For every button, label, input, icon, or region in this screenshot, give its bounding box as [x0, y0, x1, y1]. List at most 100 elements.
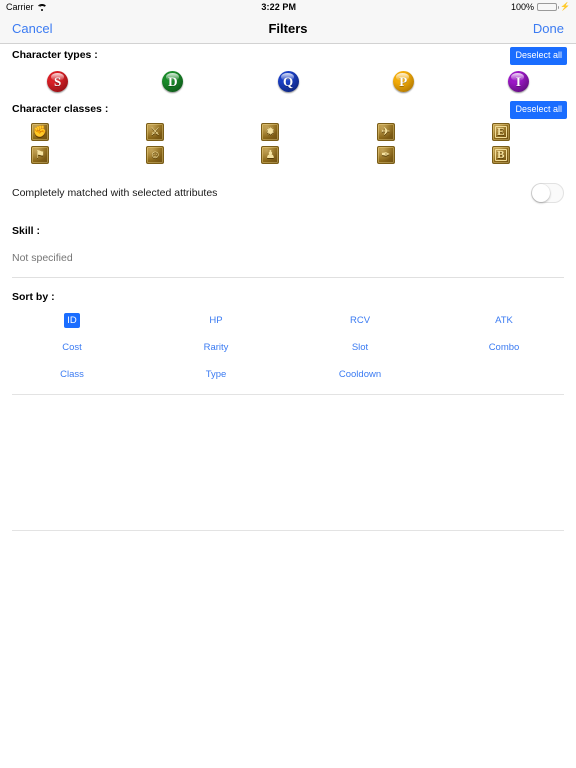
sort-by-cell: Cooldown — [288, 367, 432, 382]
character-type-letter: D — [168, 73, 178, 89]
sort-option-combo[interactable]: Combo — [486, 340, 523, 355]
class-glyph: ♟ — [265, 148, 276, 161]
sort-by-cell: ATK — [432, 313, 576, 328]
character-class-cell: ✈ — [346, 123, 461, 141]
class-free-spirit-icon[interactable]: ⚑ — [31, 146, 49, 164]
character-class-cell: ✊ — [0, 123, 115, 141]
sort-by-options: ID HP RCV ATK Cost Rarity Slot Combo Class Type Co… — [0, 313, 576, 382]
sort-option-rarity[interactable]: Rarity — [201, 340, 232, 355]
character-types-row: SDQPI — [0, 66, 576, 98]
skill-label: Skill : — [12, 225, 41, 237]
sort-by-cell: Cost — [0, 340, 144, 355]
sort-option-hp[interactable]: HP — [206, 313, 225, 328]
status-bar-left: Carrier — [6, 2, 48, 12]
sort-option-slot[interactable]: Slot — [349, 340, 371, 355]
class-slasher-icon[interactable]: ⚔ — [146, 123, 165, 141]
sort-by-cell: ID — [0, 313, 144, 328]
sort-by-cell: Rarity — [144, 340, 288, 355]
orb-type-s[interactable]: S — [47, 71, 69, 92]
bottom-divider — [12, 530, 564, 531]
deselect-all-types-button[interactable]: Deselect all — [510, 47, 567, 65]
class-glyph: B — [494, 149, 507, 161]
sort-by-cell: Combo — [432, 340, 576, 355]
battery-icon — [537, 3, 560, 11]
completely-matched-row: Completely matched with selected attribu… — [0, 173, 576, 211]
character-type-cell: I — [461, 71, 576, 92]
toggle-knob — [532, 184, 550, 202]
class-powerhouse-icon[interactable]: ♟ — [261, 146, 280, 164]
character-class-cell: B — [461, 146, 576, 164]
sort-by-section: Sort by : ID HP RCV ATK Cost Rarity Slot Combo C… — [0, 278, 576, 382]
sort-by-cell — [432, 367, 576, 382]
character-classes-header: Character classes : Deselect all — [0, 98, 576, 120]
deselect-all-classes-button[interactable]: Deselect all — [510, 101, 567, 119]
class-booster-icon[interactable]: B — [491, 146, 510, 164]
class-driven-icon[interactable]: ☺ — [146, 146, 165, 164]
character-type-letter: I — [515, 73, 521, 89]
character-class-cell: ♟ — [230, 146, 345, 164]
completely-matched-toggle[interactable] — [531, 183, 564, 203]
character-class-cell: ☺ — [115, 146, 230, 164]
class-evolver-icon[interactable]: E — [491, 123, 510, 141]
class-glyph: ✒ — [381, 148, 391, 161]
class-glyph: E — [494, 126, 507, 138]
orb-type-d[interactable]: D — [162, 71, 184, 92]
sort-by-cell: RCV — [288, 313, 432, 328]
sort-by-row: Class Type Cooldown — [0, 367, 576, 382]
character-classes-label: Character classes : — [12, 103, 109, 115]
skill-section: Skill : — [0, 211, 576, 266]
class-fighter-icon[interactable]: ✊ — [31, 123, 49, 141]
sort-option-cost[interactable]: Cost — [59, 340, 85, 355]
cancel-button[interactable]: Cancel — [12, 21, 52, 36]
sort-option-cooldown[interactable]: Cooldown — [336, 367, 384, 382]
sort-by-cell: HP — [144, 313, 288, 328]
character-type-cell: Q — [230, 71, 345, 92]
sort-by-divider — [12, 394, 564, 395]
character-type-cell: P — [346, 71, 461, 92]
character-type-cell: D — [115, 71, 230, 92]
class-shooter-icon[interactable]: ✹ — [261, 123, 280, 141]
orb-type-i[interactable]: I — [507, 71, 529, 92]
completely-matched-label: Completely matched with selected attribu… — [12, 187, 218, 199]
character-type-letter: S — [53, 73, 62, 89]
sort-by-row: ID HP RCV ATK — [0, 313, 576, 328]
character-class-cell: E — [461, 123, 576, 141]
status-bar-right: 100% ⚡ — [511, 2, 570, 12]
lightning-bolt-icon: ⚡ — [560, 2, 570, 11]
character-classes-row-1: ✊ ⚔ ✹ ✈ E — [0, 123, 576, 141]
wifi-icon — [36, 3, 48, 11]
sort-by-cell: Type — [144, 367, 288, 382]
character-class-cell: ✒ — [346, 146, 461, 164]
battery-percent-label: 100% — [511, 2, 535, 12]
sort-by-label: Sort by : — [12, 291, 55, 303]
class-glyph: ✊ — [33, 125, 47, 138]
character-types-label: Character types : — [12, 49, 98, 61]
sort-option-rcv[interactable]: RCV — [347, 313, 373, 328]
carrier-label: Carrier — [6, 2, 34, 12]
navigation-bar: Cancel Filters Done — [0, 14, 576, 44]
class-glyph: ⚔ — [150, 125, 161, 138]
sort-option-class[interactable]: Class — [57, 367, 87, 382]
orb-type-p[interactable]: P — [392, 71, 414, 92]
character-types-header: Character types : Deselect all — [0, 44, 576, 66]
orb-type-q[interactable]: Q — [277, 71, 299, 92]
class-cerebral-icon[interactable]: ✒ — [376, 146, 395, 164]
class-striker-icon[interactable]: ✈ — [376, 123, 395, 141]
status-bar-clock: 3:22 PM — [261, 2, 297, 12]
sort-option-id[interactable]: ID — [64, 313, 80, 328]
sort-option-atk[interactable]: ATK — [492, 313, 516, 328]
character-class-cell: ⚔ — [115, 123, 230, 141]
status-bar: Carrier 3:22 PM 100% ⚡ — [0, 0, 576, 14]
character-type-cell: S — [0, 71, 115, 92]
done-button[interactable]: Done — [533, 21, 564, 36]
class-glyph: ⚑ — [35, 148, 45, 161]
sort-by-cell: Class — [0, 367, 144, 382]
sort-by-row: Cost Rarity Slot Combo — [0, 340, 576, 355]
class-glyph: ✹ — [265, 125, 276, 138]
skill-input[interactable] — [12, 252, 312, 264]
character-classes-grid: ✊ ⚔ ✹ ✈ E ⚑ ☺ ♟ ✒ B — [0, 120, 576, 173]
character-type-letter: P — [399, 73, 408, 89]
character-type-letter: Q — [282, 73, 294, 89]
character-classes-row-2: ⚑ ☺ ♟ ✒ B — [0, 146, 576, 164]
sort-option-type[interactable]: Type — [203, 367, 230, 382]
